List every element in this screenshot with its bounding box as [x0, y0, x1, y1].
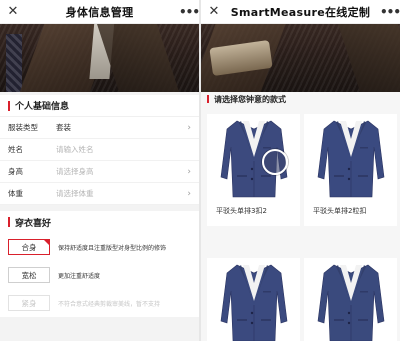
banner-image: [0, 24, 199, 92]
row-clothing-type[interactable]: 服装类型 套装 ›: [0, 117, 199, 139]
style-label: 平驳头单排3扣2: [216, 207, 267, 215]
chevron-right-icon: ›: [187, 188, 191, 199]
more-icon[interactable]: •••: [179, 5, 199, 19]
preference-option: 紧身 不符合意式经典剪裁审美线，暂不支持: [0, 289, 199, 317]
option-description: 保持舒适度且注重版型对身型比例的修饰: [58, 244, 167, 252]
row-name[interactable]: 姓名 请输入姓名: [0, 139, 199, 161]
prompt-text: 请选择您钟意的款式: [214, 94, 286, 104]
row-label: 身高: [8, 167, 23, 176]
close-icon[interactable]: ✕: [6, 4, 20, 19]
section-marker: [8, 100, 10, 111]
banner-image: [201, 24, 400, 92]
section-header: 穿衣喜好: [0, 211, 199, 233]
jacket-image: [304, 258, 397, 341]
name-input[interactable]: 请输入姓名: [56, 144, 191, 155]
style-card[interactable]: 平驳头单排2粒扣: [304, 114, 397, 226]
fit-regular-button[interactable]: 合身: [8, 239, 50, 255]
style-card[interactable]: [207, 258, 300, 341]
preference-option: 合身 保持舒适度且注重版型对身型比例的修饰: [0, 233, 199, 261]
nav-bar: ✕ SmartMeasure在线定制 •••: [201, 0, 400, 24]
jacket-image: [207, 258, 300, 341]
jacket-image: [207, 114, 300, 202]
weight-select[interactable]: 请选择体重: [56, 188, 183, 199]
chevron-right-icon: ›: [187, 166, 191, 177]
fit-slim-button: 紧身: [8, 295, 50, 311]
page-title: 身体信息管理: [65, 5, 134, 19]
style-card[interactable]: 平驳头单排3扣2: [207, 114, 300, 226]
chevron-right-icon: ›: [187, 122, 191, 133]
page-title: SmartMeasure在线定制: [230, 5, 371, 19]
more-icon[interactable]: •••: [380, 5, 400, 19]
row-height[interactable]: 身高 请选择身高 ›: [0, 161, 199, 183]
fit-loose-button[interactable]: 宽松: [8, 267, 50, 283]
section-title: 个人基础信息: [15, 102, 70, 112]
style-select-screen: ✕ SmartMeasure在线定制 ••• 请选择您钟意的款式 平驳头单排3扣…: [201, 0, 400, 341]
row-weight[interactable]: 体重 请选择体重 ›: [0, 183, 199, 205]
row-label: 体重: [8, 189, 23, 198]
preference-option: 宽松 更加注重舒适度: [0, 261, 199, 289]
zoom-lens-icon: [262, 149, 288, 175]
nav-bar: ✕ 身体信息管理 •••: [0, 0, 199, 24]
section-header: 个人基础信息: [0, 95, 199, 117]
jacket-illustration: [220, 264, 287, 341]
style-card[interactable]: [304, 258, 397, 341]
jacket-image: [304, 114, 397, 202]
style-label: 平驳头单排2粒扣: [313, 207, 367, 215]
style-prompt: 请选择您钟意的款式: [201, 92, 400, 106]
preference-section: 穿衣喜好 合身 保持舒适度且注重版型对身型比例的修饰 宽松 更加注重舒适度 紧身…: [0, 211, 199, 317]
row-label: 姓名: [8, 145, 23, 154]
height-select[interactable]: 请选择身高: [56, 166, 183, 177]
jacket-illustration: [317, 120, 384, 198]
body-info-screen: ✕ 身体信息管理 ••• 个人基础信息 服装类型 套装 › 姓名 请输入姓名 身…: [0, 0, 199, 341]
row-value: 套装: [56, 123, 71, 132]
option-description: 更加注重舒适度: [58, 272, 101, 280]
option-description: 不符合意式经典剪裁审美线，暂不支持: [58, 300, 161, 308]
section-marker: [207, 95, 209, 103]
close-icon[interactable]: ✕: [207, 4, 221, 19]
basic-info-section: 个人基础信息 服装类型 套装 › 姓名 请输入姓名 身高 请选择身高 › 体重 …: [0, 95, 199, 205]
section-title: 穿衣喜好: [15, 218, 52, 229]
jacket-illustration: [317, 264, 384, 341]
row-label: 服装类型: [8, 123, 38, 132]
section-marker: [8, 217, 10, 227]
